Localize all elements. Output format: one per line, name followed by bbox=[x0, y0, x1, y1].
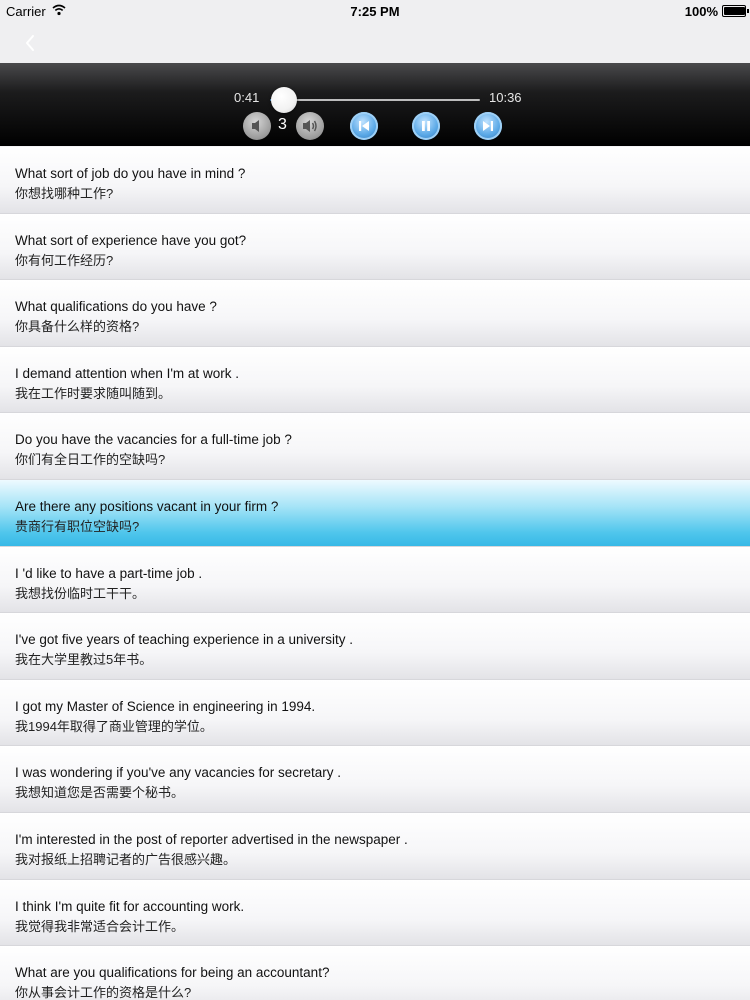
phrase-english: I'm interested in the post of reporter a… bbox=[15, 831, 408, 847]
phrase-chinese: 你从事会计工作的资格是什么? bbox=[15, 985, 192, 1000]
phrase-english: I was wondering if you've any vacancies … bbox=[15, 765, 341, 781]
phrase-chinese: 我在大学里教过5年书。 bbox=[15, 652, 153, 668]
phrase-chinese: 我想知道您是否需要个秘书。 bbox=[15, 785, 185, 801]
phrase-chinese: 我觉得我非常适合会计工作。 bbox=[15, 918, 185, 934]
volume-level: 3 bbox=[278, 116, 287, 133]
battery-icon bbox=[722, 5, 749, 17]
pause-icon bbox=[422, 121, 430, 131]
list-item[interactable]: I demand attention when I'm at work . 我在工… bbox=[0, 346, 750, 414]
elapsed-time: 0:41 bbox=[234, 90, 260, 105]
list-item[interactable]: What qualifications do you have ? 你具备什么样的… bbox=[0, 280, 750, 347]
phrase-english: I've got five years of teaching experien… bbox=[15, 632, 354, 648]
phrase-chinese: 你想找哪种工作? bbox=[15, 186, 114, 201]
phrase-english: What sort of experience have you got? bbox=[15, 232, 247, 248]
phrase-english: I got my Master of Science in engineerin… bbox=[15, 698, 316, 714]
speaker-low-icon bbox=[252, 120, 259, 132]
list-item[interactable]: Are there any positions vacant in your f… bbox=[0, 479, 750, 547]
progress-slider[interactable] bbox=[270, 87, 480, 113]
list-item[interactable]: I was wondering if you've any vacancies … bbox=[0, 746, 750, 813]
skip-forward-icon bbox=[483, 121, 493, 131]
list-item[interactable]: I got my Master of Science in engineerin… bbox=[0, 679, 750, 747]
phrase-chinese: 我1994年取得了商业管理的学位。 bbox=[15, 718, 213, 734]
volume-up-button[interactable] bbox=[296, 112, 324, 140]
list-item[interactable]: I'm interested in the post of reporter a… bbox=[0, 812, 750, 880]
phrase-list[interactable]: What sort of job do you have in mind ? 你想… bbox=[0, 147, 750, 1000]
phrase-chinese: 我对报纸上招聘记者的广告很感兴趣。 bbox=[15, 851, 237, 867]
phrase-chinese: 你具备什么样的资格? bbox=[15, 319, 140, 335]
list-item[interactable]: What sort of job do you have in mind ? 你想… bbox=[0, 147, 750, 214]
phrase-english: What qualifications do you have ? bbox=[15, 299, 217, 315]
list-item[interactable]: I think I'm quite fit for accounting wor… bbox=[0, 879, 750, 947]
list-item[interactable]: What are you qualifications for being an… bbox=[0, 946, 750, 1000]
list-item[interactable]: Do you have the vacancies for a full-tim… bbox=[0, 413, 750, 480]
volume-down-button[interactable] bbox=[243, 112, 271, 140]
phrase-chinese: 你们有全日工作的空缺吗? bbox=[15, 452, 166, 468]
audio-player: 0:41 10:36 3 bbox=[0, 63, 750, 146]
phrase-english: I think I'm quite fit for accounting wor… bbox=[15, 898, 245, 914]
list-item[interactable]: I 'd like to have a part-time job . 我想找份临… bbox=[0, 546, 750, 614]
list-item[interactable]: I've got five years of teaching experien… bbox=[0, 613, 750, 680]
battery-percent: 100% bbox=[684, 4, 718, 19]
list-item[interactable]: What sort of experience have you got? 你有何… bbox=[0, 213, 750, 281]
phrase-chinese: 我想找份临时工干干。 bbox=[15, 585, 146, 601]
phrase-english: I demand attention when I'm at work . bbox=[15, 365, 239, 381]
next-button[interactable] bbox=[474, 112, 502, 140]
phrase-english: Do you have the vacancies for a full-tim… bbox=[15, 432, 292, 448]
phrase-chinese: 我在工作时要求随叫随到。 bbox=[15, 385, 172, 401]
progress-thumb[interactable] bbox=[270, 87, 297, 113]
pause-button[interactable] bbox=[412, 112, 440, 140]
phrase-chinese: 你有何工作经历? bbox=[15, 252, 114, 268]
chevron-left-icon[interactable] bbox=[18, 30, 44, 56]
phrase-english: Are there any positions vacant in your f… bbox=[15, 498, 279, 514]
phrase-english: What are you qualifications for being an… bbox=[15, 965, 330, 981]
nav-bar bbox=[0, 22, 750, 63]
status-bar: Carrier 7:25 PM 100% bbox=[0, 0, 750, 22]
previous-button[interactable] bbox=[350, 112, 378, 140]
phrase-chinese: 贵商行有职位空缺吗? bbox=[15, 518, 140, 534]
speaker-high-icon bbox=[303, 120, 317, 132]
phrase-english: I 'd like to have a part-time job . bbox=[15, 565, 203, 581]
clock: 7:25 PM bbox=[350, 4, 400, 19]
skip-back-icon bbox=[359, 121, 369, 131]
total-time: 10:36 bbox=[489, 90, 522, 105]
phrase-english: What sort of job do you have in mind ? bbox=[15, 166, 246, 181]
